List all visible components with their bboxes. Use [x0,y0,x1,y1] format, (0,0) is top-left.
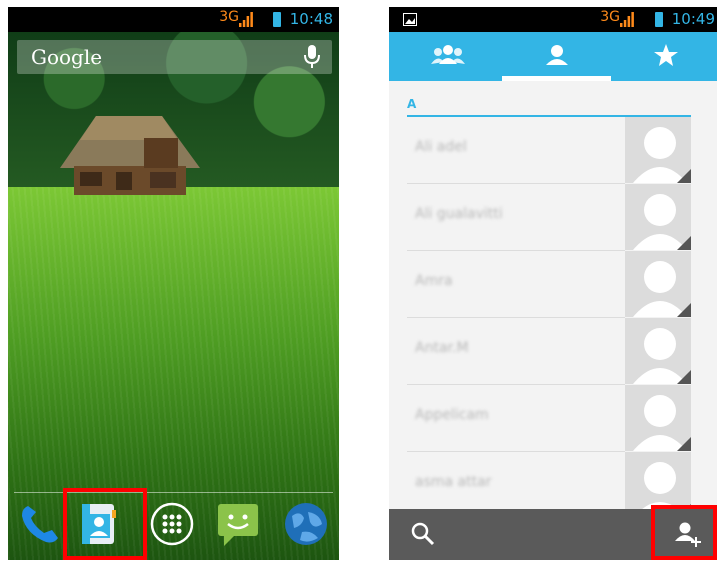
microphone-icon[interactable] [304,45,320,69]
tab-contacts[interactable] [502,32,611,81]
contacts-highlight-box [63,488,147,560]
default-avatar-icon [633,194,691,250]
contact-row[interactable]: Antar.M [407,318,691,385]
contact-avatar[interactable] [625,251,691,317]
contact-name: Ali gualavitti [415,206,503,222]
contact-row[interactable]: Ali adel [407,117,691,184]
network-type: 3G [219,9,239,25]
star-icon [653,44,678,66]
status-bar: 3G 10:49 [389,7,717,32]
battery-icon [273,12,281,27]
wallpaper-hut [60,116,200,195]
dock-divider [14,492,333,493]
contact-row[interactable]: Ali gualavitti [407,184,691,251]
section-header: A [407,97,417,111]
contact-name: Ali adel [415,139,467,155]
person-icon [545,45,568,65]
messaging-icon[interactable] [214,500,262,548]
tab-favorites[interactable] [611,32,717,81]
browser-globe-icon[interactable] [282,500,330,548]
add-contact-highlight-box [651,505,717,560]
default-avatar-icon [633,395,691,451]
gallery-notification-icon [403,13,417,26]
groups-icon [430,45,465,64]
clock: 10:49 [671,10,715,28]
default-avatar-icon [633,127,691,183]
contacts-screen: 3G 10:49 A Ali adel Ali gualavitti Amra … [389,7,717,560]
contact-avatar[interactable] [625,184,691,250]
contact-avatar[interactable] [625,117,691,183]
contacts-tab-bar [389,32,717,81]
contact-avatar[interactable] [625,385,691,451]
battery-icon [655,12,663,27]
network-type: 3G [600,9,620,25]
contact-name: asma attar [415,474,492,490]
status-bar: 3G 10:48 [8,7,339,32]
default-avatar-icon [633,261,691,317]
contact-name: Amra [415,273,453,289]
search-icon[interactable] [411,522,435,546]
signal-icon [620,12,634,27]
contact-name: Antar.M [415,340,469,356]
contact-name: Appelicam [415,407,489,423]
phone-icon[interactable] [16,500,64,548]
default-avatar-icon [633,328,691,384]
tab-groups[interactable] [393,32,502,81]
contact-row[interactable]: Amra [407,251,691,318]
contact-avatar[interactable] [625,318,691,384]
google-search-widget[interactable]: Google [17,40,332,74]
contact-row[interactable]: Appelicam [407,385,691,452]
wallpaper [8,32,339,560]
google-search-label: Google [31,45,103,69]
dock [8,488,339,560]
clock: 10:48 [289,10,333,28]
home-screen: 3G 10:48 Google [8,7,339,560]
bottom-action-bar [389,505,717,560]
selected-tab-indicator [502,76,611,81]
app-drawer-icon[interactable] [148,500,196,548]
signal-icon [239,12,253,27]
